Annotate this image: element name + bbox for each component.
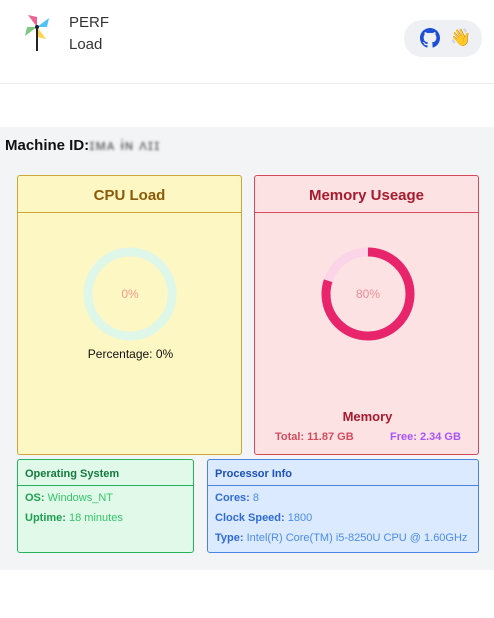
cores-value: 8 <box>252 492 260 504</box>
cpu-type-label: Type: <box>215 532 244 544</box>
clock-speed-label: Clock Speed: <box>215 512 285 524</box>
cpu-type-value: Intel(R) Core(TM) i5-8250U CPU @ 1.60GHz <box>246 532 468 544</box>
clock-speed-value: 1800 <box>287 512 313 524</box>
uptime-label: Uptime: <box>25 512 66 524</box>
operating-system-card: Operating System OS: Windows_NT Uptime: … <box>17 459 194 553</box>
clock-speed-row: Clock Speed: 1800 <box>215 512 312 524</box>
cpu-load-title: CPU Load <box>18 176 241 213</box>
app-header: PERF Load 👋 <box>0 0 494 84</box>
os-value: Windows_NT <box>47 492 114 504</box>
memory-free: Free: 2.34 GB <box>390 431 461 443</box>
memory-ring: 80% <box>318 244 418 344</box>
memory-label: Memory <box>342 409 393 424</box>
brand-line-1: PERF <box>69 14 110 31</box>
pinwheel-logo <box>25 15 49 51</box>
cpu-type-row: Type: Intel(R) Core(TM) i5-8250U CPU @ 1… <box>215 532 467 544</box>
github-icon[interactable] <box>420 28 440 48</box>
cpu-ring: 0% <box>80 244 180 344</box>
cpu-percentage: Percentage: 0% <box>87 347 174 361</box>
cores-row: Cores: 8 <box>215 492 259 504</box>
processor-info-card: Processor Info Cores: 8 Clock Speed: 180… <box>207 459 479 553</box>
memory-total: Total: 11.87 GB <box>275 431 354 443</box>
waving-hand-icon[interactable]: 👋 <box>450 27 471 49</box>
uptime-row: Uptime: 18 minutes <box>25 512 123 524</box>
memory-usage-card: Memory Useage 80% Memory Total: 11.87 GB… <box>254 175 479 455</box>
cpu-load-card: CPU Load 0% Percentage: 0% <box>17 175 242 455</box>
uptime-value: 18 minutes <box>69 512 123 524</box>
memory-usage-title: Memory Useage <box>255 176 478 213</box>
processor-info-title: Processor Info <box>208 460 478 486</box>
cpu-ring-value: 0% <box>121 287 139 301</box>
cores-label: Cores: <box>215 492 250 504</box>
brand-name: PERF Load <box>69 12 109 56</box>
header-actions: 👋 <box>404 20 482 57</box>
machine-id: Machine ID:ɪᴍᴀ ɨɴ ʌɪɪ <box>5 137 160 154</box>
os-row: OS: Windows_NT <box>25 492 113 504</box>
brand-line-2: Load <box>69 36 103 53</box>
os-label: OS: <box>25 492 45 504</box>
memory-ring-value: 80% <box>355 287 381 301</box>
machine-id-label: Machine ID: <box>5 137 90 154</box>
machine-id-value: ɪᴍᴀ ɨɴ ʌɪɪ <box>89 137 161 154</box>
operating-system-title: Operating System <box>18 460 193 486</box>
dashboard: Machine ID:ɪᴍᴀ ɨɴ ʌɪɪ CPU Load 0% Percen… <box>0 127 494 570</box>
